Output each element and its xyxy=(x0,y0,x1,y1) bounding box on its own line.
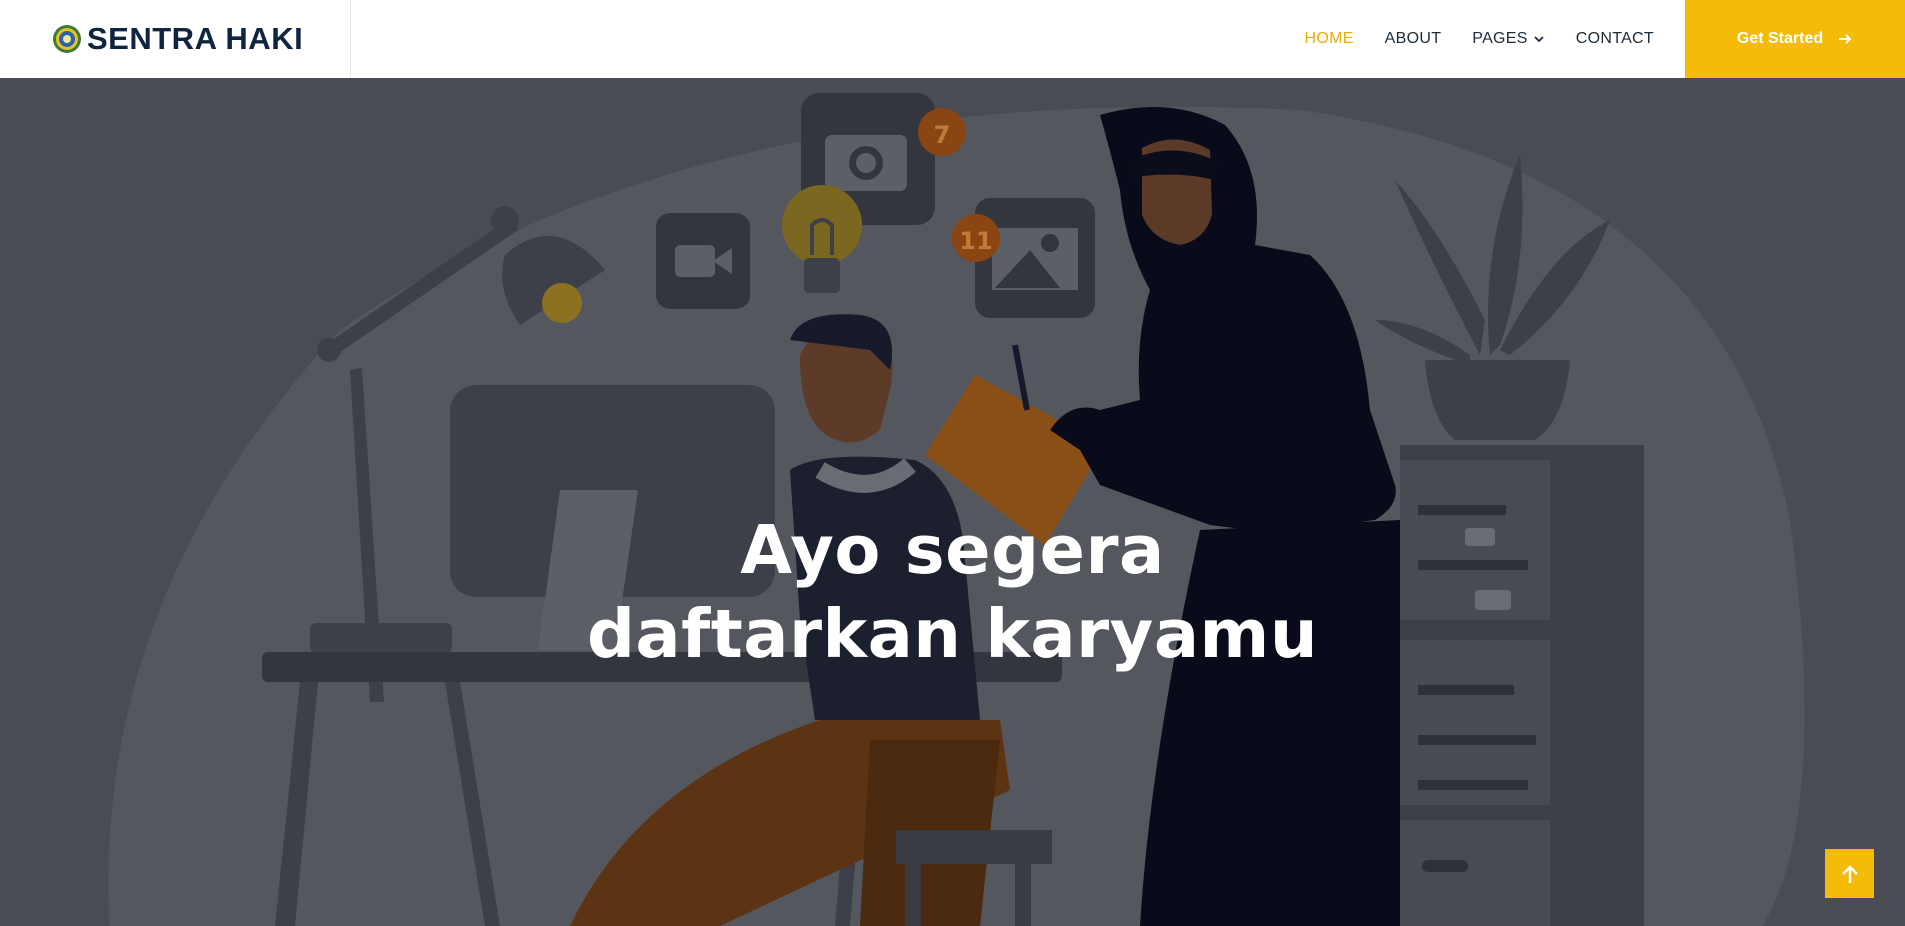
hero-title-line2: daftarkan karyamu xyxy=(586,595,1319,673)
get-started-button[interactable]: Get Started xyxy=(1685,0,1905,78)
nav-home[interactable]: HOME xyxy=(1304,30,1353,48)
get-started-label: Get Started xyxy=(1736,30,1824,47)
logo[interactable]: SENTRA HAKI xyxy=(0,0,351,78)
camera-badge: 7 xyxy=(934,121,951,149)
arrow-up-icon xyxy=(1841,864,1858,883)
image-badge: 11 xyxy=(959,227,992,255)
chevron-down-icon xyxy=(1534,36,1544,43)
nav-about[interactable]: ABOUT xyxy=(1385,30,1442,48)
hero-section: 7 11 Ayo segera daftarkan karyamu xyxy=(0,78,1905,926)
hero-title-line1: Ayo segera xyxy=(740,511,1165,589)
site-header: SENTRA HAKI HOME ABOUT PAGES CONTACT Get… xyxy=(0,0,1905,78)
main-nav: HOME ABOUT PAGES CONTACT xyxy=(351,0,1685,78)
logo-text: SENTRA HAKI xyxy=(87,21,304,56)
university-emblem-icon xyxy=(53,25,81,53)
back-to-top-button[interactable] xyxy=(1825,849,1874,898)
nav-pages-label: PAGES xyxy=(1472,30,1528,47)
nav-contact[interactable]: CONTACT xyxy=(1576,30,1654,48)
arrow-right-icon xyxy=(1839,34,1852,44)
hero-illustration: 7 11 xyxy=(108,93,1805,926)
nav-pages[interactable]: PAGES xyxy=(1472,30,1544,48)
hero-title: Ayo segera daftarkan karyamu xyxy=(0,508,1905,676)
